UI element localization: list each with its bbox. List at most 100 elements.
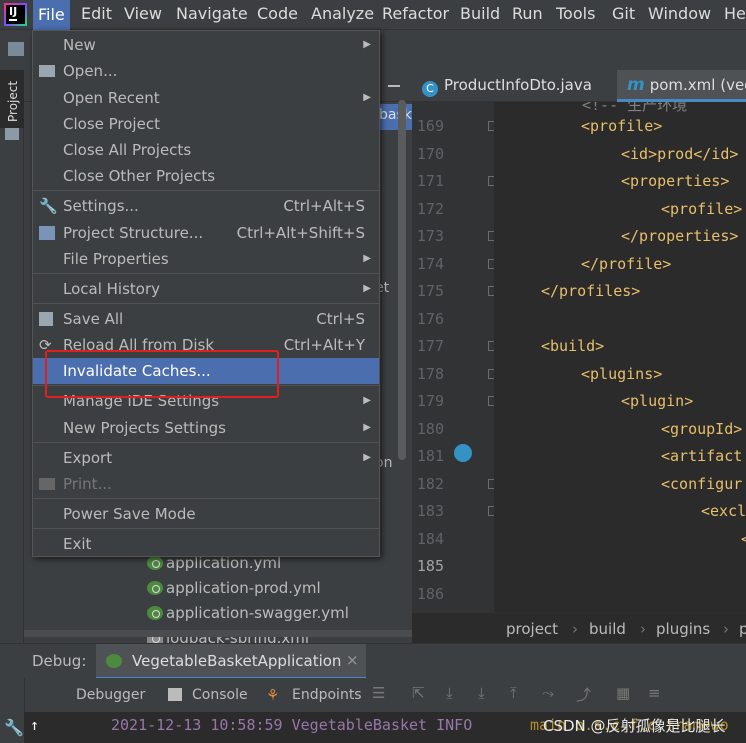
override-marker-icon[interactable] [454,444,472,462]
menu-analyze[interactable]: Analyze [311,4,374,26]
line-number: 186 [416,585,444,603]
menu-item-label: Power Save Mode [63,505,196,523]
submenu-arrow-icon: ▶ [363,283,371,294]
console-icon [168,688,182,701]
menu-item-print[interactable]: Print... [33,471,379,497]
tab-productinfodto[interactable]: C ProductInfoDto.java [422,70,622,102]
code-editor[interactable]: <!-- 生产环境 <profile> <id>prod</id> <prope… [494,102,746,612]
project-tool-tab[interactable]: Project [0,70,24,128]
menu-lines-icon[interactable]: ☰ [372,684,385,702]
menu-item-label: Export [63,449,113,467]
menu-item-new[interactable]: New ▶ [33,32,379,58]
line-number: 174 [416,255,444,273]
tab-console[interactable]: Console [192,687,248,703]
menu-item-file-properties[interactable]: File Properties ▶ [33,246,379,272]
menu-item-save-all[interactable]: Save All Ctrl+S [33,306,379,332]
tab-debugger[interactable]: Debugger [76,687,145,703]
line-number: 183 [416,502,444,520]
menu-item-new-projects-settings[interactable]: New Projects Settings ▶ [33,415,379,441]
selected-tree-row[interactable]: baske [379,104,420,130]
tree-item-application-prod-yml[interactable]: application-prod.yml [147,579,321,597]
menu-edit[interactable]: Edit [81,4,112,26]
breadcrumb-separator-icon: › [723,620,729,638]
menu-item-close-other-projects[interactable]: Close Other Projects [33,163,379,189]
wrench-icon[interactable]: 🔧 [4,718,24,737]
tab-endpoints[interactable]: Endpoints [292,687,362,703]
menu-item-exit[interactable]: Exit [33,531,379,557]
menu-build[interactable]: Build [460,4,500,26]
menu-item-label: Print... [63,475,112,493]
menu-item-label: Open Recent [63,89,160,107]
breadcrumb-item[interactable]: build [589,620,626,638]
menu-item-power-save-mode[interactable]: Power Save Mode [33,501,379,527]
menu-code[interactable]: Code [257,4,298,26]
tree-item-label: application-swagger.yml [166,604,349,622]
menu-item-close-all-projects[interactable]: Close All Projects [33,137,379,163]
menu-item-label: Close Project [63,115,160,133]
menu-item-project-structure[interactable]: Project Structure... Ctrl+Alt+Shift+S [33,220,379,246]
maven-icon: m [627,75,645,95]
menu-item-open[interactable]: Open... [33,58,379,84]
menu-window[interactable]: Window [648,4,711,26]
menu-run[interactable]: Run [512,4,543,26]
step-over-icon[interactable]: ⤓ [446,684,453,702]
editor-tabs: C ProductInfoDto.java m pom.xml (veg [412,70,746,102]
menu-item-label: Exit [63,535,92,553]
breadcrumb-item[interactable]: p [739,620,746,638]
editor-gutter: 169 170 171 172 173 174 175 176 177 178 … [412,102,498,612]
run-to-cursor-icon[interactable]: ⤳ [542,684,554,702]
menu-git[interactable]: Git [612,4,635,26]
menu-item-label: Close Other Projects [63,167,216,185]
line-number: 170 [416,145,444,163]
code-line: </profiles> [541,282,641,300]
scroll-up-icon[interactable]: ↑ [30,716,39,734]
menu-view[interactable]: View [124,4,162,26]
menu-item-shortcut: Ctrl+Alt+Y [283,336,365,354]
menu-file[interactable]: File [33,0,70,30]
breadcrumb-item[interactable]: project [506,620,558,638]
submenu-arrow-icon: ▶ [363,452,371,463]
intellij-logo-icon: IJ [4,3,27,26]
close-icon[interactable]: × [346,651,359,669]
menu-navigate[interactable]: Navigate [176,4,248,26]
debug-session-tab[interactable]: VegetableBasketApplication × [96,644,366,679]
submenu-arrow-icon: ▶ [363,422,371,433]
endpoints-icon: ⚘ [266,686,280,704]
breadcrumb-separator-icon: › [640,620,646,638]
minimize-icon[interactable] [388,85,400,87]
menu-refactor[interactable]: Refactor [382,4,449,26]
menu-item-export[interactable]: Export ▶ [33,445,379,471]
evaluate-icon[interactable]: ⤴ [576,684,591,705]
menu-item-close-project[interactable]: Close Project [33,111,379,137]
code-line: <build> [541,337,605,355]
watermark: CSDN @反射孤像是比腿长 [543,717,726,735]
code-line: < [741,530,746,548]
breadcrumb-item[interactable]: plugins [656,620,710,638]
menu-item-local-history[interactable]: Local History ▶ [33,276,379,302]
code-line: <configur [661,475,743,493]
project-structure-icon [39,226,55,240]
line-number: 178 [416,365,444,383]
line-number: 175 [416,282,444,300]
project-panel-scrollbar[interactable] [398,100,406,460]
code-line: <properties> [621,172,730,190]
menu-item-settings[interactable]: 🔧 Settings... Ctrl+Alt+S [33,193,379,219]
menu-item-open-recent[interactable]: Open Recent ▶ [33,85,379,111]
code-line: <artifact [661,447,743,465]
step-into-icon[interactable]: ⤓ [478,684,485,702]
tab-pom-xml[interactable]: m pom.xml (veg [617,70,746,102]
menu-help[interactable]: He [724,4,746,26]
step-out-icon[interactable]: ⤒ [510,684,517,702]
menu-item-label: New [63,36,96,54]
line-number: 172 [416,200,444,218]
menu-tools[interactable]: Tools [556,4,595,26]
code-line: <excl [701,502,746,520]
table-icon[interactable]: ▦ [616,684,630,702]
horizontal-scrollbar[interactable] [24,630,412,637]
show-execution-point-icon[interactable]: ⇱ [412,684,425,702]
line-number: 182 [416,475,444,493]
menu-separator [33,273,379,274]
menu-item-label: Close All Projects [63,141,192,159]
settings-lines-icon[interactable]: ≡ [648,684,661,702]
tree-item-application-swagger-yml[interactable]: application-swagger.yml [147,604,349,622]
